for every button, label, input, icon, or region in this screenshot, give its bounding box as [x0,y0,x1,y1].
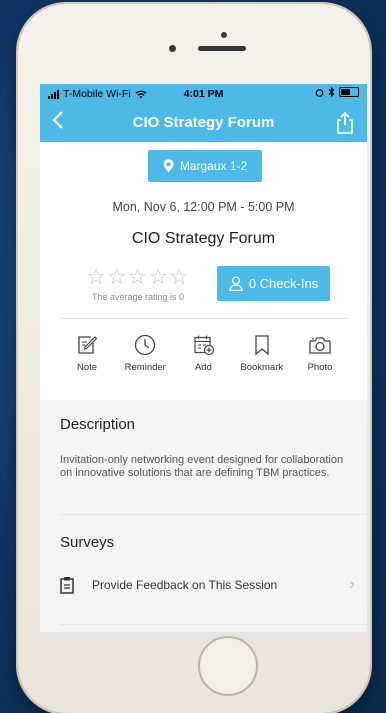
map-pin-icon [163,159,174,173]
location-label: Margaux 1-2 [179,159,248,173]
bookmark-button[interactable]: Bookmark [233,334,291,373]
earpiece-speaker [198,46,246,51]
person-icon [229,276,243,291]
session-datetime: Mon, Nov 6, 12:00 PM - 5:00 PM [112,200,295,214]
action-bar: Note Reminder Add Bookmark Photo [58,334,349,373]
home-button[interactable] [198,636,258,696]
location-button[interactable]: Margaux 1-2 [148,150,262,182]
alarm-icon [315,88,324,97]
session-detail: Margaux 1-2 Mon, Nov 6, 12:00 PM - 5:00 … [40,142,367,632]
bluetooth-icon [328,87,335,97]
note-button[interactable]: Note [58,334,116,373]
battery-icon [339,87,359,97]
status-bar: T-Mobile Wi-Fi 4:01 PM [40,84,367,104]
add-label: Add [195,362,212,373]
divider [60,318,347,319]
divider [60,624,367,625]
add-to-calendar-button[interactable]: Add [175,334,233,373]
clipboard-icon [60,577,74,594]
navigation-bar: CIO Strategy Forum [40,104,367,142]
divider [60,514,367,515]
checkin-button[interactable]: 0 Check-Ins [217,266,330,301]
clock-icon [135,334,156,356]
note-icon [78,336,98,354]
description-text: Invitation-only networking event designe… [60,454,344,479]
survey-label: Provide Feedback on This Session [92,578,278,592]
bookmark-icon [255,335,269,356]
rating-caption: The average rating is 0 [91,292,185,302]
reminder-button[interactable]: Reminder [116,334,174,373]
calendar-add-icon [193,335,214,356]
front-sensor [221,32,227,38]
chevron-right-icon: › [349,576,355,593]
description-heading: Description [60,416,136,433]
share-button[interactable] [335,111,355,134]
front-camera [169,45,176,52]
photo-label: Photo [307,362,333,373]
session-title: CIO Strategy Forum [131,230,276,247]
checkin-label: 0 Check-Ins [248,276,319,291]
page-title: CIO Strategy Forum [132,114,275,131]
star-rating[interactable]: ☆☆☆☆☆ [80,266,196,288]
survey-item[interactable]: Provide Feedback on This Session › [60,571,355,599]
bookmark-label: Bookmark [240,362,284,373]
reminder-label: Reminder [124,362,166,373]
surveys-heading: Surveys [60,534,115,551]
app-screen: T-Mobile Wi-Fi 4:01 PM CIO Strategy Foru… [40,84,367,632]
photo-button[interactable]: Photo [291,334,349,373]
camera-icon [309,337,331,354]
rating-widget[interactable]: ☆☆☆☆☆ The average rating is 0 [80,266,196,303]
note-label: Note [76,362,98,373]
share-icon [337,111,353,134]
